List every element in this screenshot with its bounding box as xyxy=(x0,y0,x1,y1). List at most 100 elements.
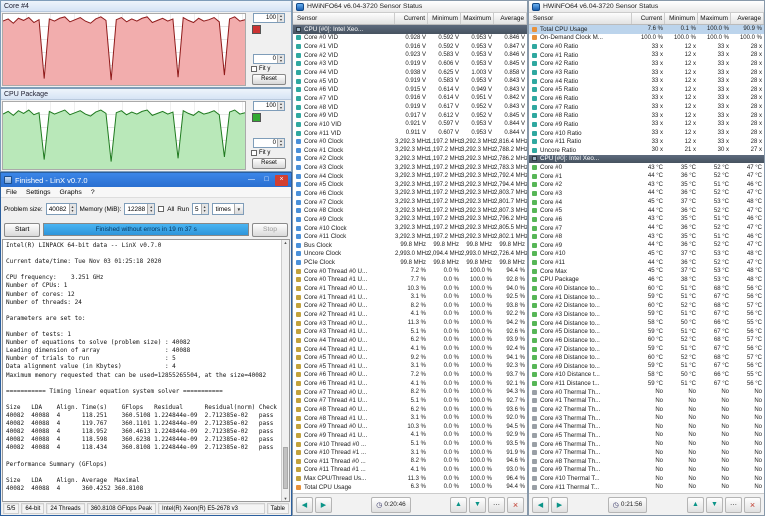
column-sensor[interactable]: Sensor xyxy=(529,13,632,24)
sensor-row[interactable]: Core #5 VID 0.919 V 0.583 V 0.953 V 0.843 V xyxy=(293,77,527,86)
sensor-row[interactable]: Core #9 Distance to... 59 °C 51 °C 67 °C 56 … xyxy=(529,362,764,371)
collapse-left-button[interactable]: ◀ xyxy=(532,496,549,513)
sensor-row[interactable]: Core #8 VID 0.919 V 0.617 V 0.952 V 0.843 V xyxy=(293,103,527,112)
sensor-row[interactable]: Core #5 Clock 3,292.3 MHz 1,197.2 MHz 3,292… xyxy=(293,181,527,190)
sensor-row[interactable]: Core #4 45 °C 37 °C 53 °C 48 °C xyxy=(529,198,764,207)
sensor-row[interactable]: Core #5 Ratio 33 x 12 x 33 x 28 x xyxy=(529,85,764,94)
sensor-row[interactable]: Core #11 44 °C 36 °C 52 °C 47 °C xyxy=(529,258,764,267)
sensor-row[interactable]: Core #2 Thermal Th... No No No No xyxy=(529,405,764,414)
column-current[interactable]: Current xyxy=(395,13,428,24)
sensor-row[interactable]: Core #10 Thread #0 ... 5.1 % 0.0 % 100.0 % 9… xyxy=(293,440,527,449)
sensor-row[interactable]: Core #8 Thermal Th... No No No No xyxy=(529,457,764,466)
sensor-row[interactable]: Core #1 Ratio 33 x 12 x 33 x 28 x xyxy=(529,51,764,60)
sensor-row[interactable]: Core #3 Thread #0 U... 11.3 % 0.0 % 100.0 %… xyxy=(293,319,527,328)
column-average[interactable]: Average xyxy=(494,13,527,24)
close-sensors-button[interactable]: × xyxy=(507,496,524,513)
column-average[interactable]: Average xyxy=(731,13,764,24)
sensor-row[interactable]: Core #4 Thermal Th... No No No No xyxy=(529,422,764,431)
sensor-row[interactable]: Core #1 Thread #1 U... 3.1 % 0.0 % 100.0 % 9… xyxy=(293,293,527,302)
sensor-row[interactable]: Core #11 Ratio 33 x 12 x 33 x 28 x xyxy=(529,137,764,146)
sensor-row[interactable]: Core #5 44 °C 36 °C 52 °C 47 °C xyxy=(529,206,764,215)
y-max-spinner[interactable]: 100 ▲ ▼ xyxy=(253,101,285,111)
reset-minmax-clock-button[interactable]: ◷ 0:21:56 xyxy=(607,496,648,513)
sensor-row[interactable]: CPU Package 46 °C 38 °C 53 °C 48 °C xyxy=(529,276,764,285)
sensor-row[interactable]: Core #11 Thread #1 ... 4.1 % 0.0 % 100.0 % 9… xyxy=(293,466,527,475)
sensor-row[interactable]: Core #1 Thread #0 U... 10.3 % 0.0 % 100.0 %… xyxy=(293,284,527,293)
sensor-row[interactable]: Core #6 VID 0.915 V 0.614 V 0.949 V 0.843 V xyxy=(293,85,527,94)
collapse-right-button[interactable]: ▶ xyxy=(551,496,568,513)
sensor-row[interactable]: Core #8 Distance to... 60 °C 52 °C 68 °C 57 … xyxy=(529,353,764,362)
sensor-row[interactable]: Core #11 VID 0.911 V 0.607 V 0.953 V 0.844 V xyxy=(293,129,527,138)
problem-size-input[interactable]: 40082 ▲ ▼ xyxy=(45,203,77,215)
run-unit-select[interactable]: times ▼ xyxy=(211,203,244,215)
sensor-row[interactable]: Core #0 Distance to... 60 °C 51 °C 68 °C 56 … xyxy=(529,284,764,293)
column-minimum[interactable]: Minimum xyxy=(665,13,698,24)
collapse-right-button[interactable]: ▶ xyxy=(315,496,332,513)
menu-file[interactable]: File xyxy=(6,189,17,196)
column-sensor[interactable]: Sensor xyxy=(293,13,395,24)
sensor-row[interactable]: Core #5 Distance to... 59 °C 51 °C 67 °C 56 … xyxy=(529,327,764,336)
sensor-row[interactable]: Core #0 43 °C 35 °C 52 °C 47 °C xyxy=(529,163,764,172)
move-up-button[interactable]: ▲ xyxy=(450,496,467,513)
spinner-arrows-icon[interactable]: ▲ ▼ xyxy=(200,204,208,214)
sensor-row[interactable]: Core #9 44 °C 36 °C 52 °C 47 °C xyxy=(529,241,764,250)
reset-minmax-clock-button[interactable]: ◷ 0:20:46 xyxy=(371,496,411,513)
y-min-spinner[interactable]: 0 ▲ ▼ xyxy=(253,54,285,64)
sensor-row[interactable]: Core #2 Thread #0 U... 8.2 % 0.0 % 100.0 % 9… xyxy=(293,302,527,311)
sensor-row[interactable]: Core #2 43 °C 35 °C 51 °C 46 °C xyxy=(529,181,764,190)
sensor-row[interactable]: Core #10 VID 0.921 V 0.597 V 0.953 V 0.844 V xyxy=(293,120,527,129)
sensor-row[interactable]: Core #10 Thermal T... No No No No xyxy=(529,474,764,483)
graph-color-swatch[interactable] xyxy=(252,25,261,34)
sensor-row[interactable]: Core #4 Clock 3,292.3 MHz 1,197.2 MHz 3,292… xyxy=(293,172,527,181)
memory-input[interactable]: 12288 ▲ ▼ xyxy=(124,203,156,215)
sensor-row[interactable]: Core #2 Thread #1 U... 4.1 % 0.0 % 100.0 % 9… xyxy=(293,310,527,319)
sensor-row[interactable]: On-Demand Clock M... 100.0 % 100.0 % 100.0 … xyxy=(529,34,764,43)
menu-settings[interactable]: Settings xyxy=(26,189,51,196)
sensor-row[interactable]: Core #6 Thread #0 U... 7.2 % 0.0 % 100.0 % 9… xyxy=(293,371,527,380)
spinner-arrows-icon[interactable]: ▲ ▼ xyxy=(147,204,155,214)
graph-color-swatch[interactable] xyxy=(252,113,261,122)
sensor-row[interactable]: Core #2 Distance to... 60 °C 52 °C 68 °C 57 … xyxy=(529,302,764,311)
column-minimum[interactable]: Minimum xyxy=(428,13,461,24)
sensor-row[interactable]: Core #5 Thermal Th... No No No No xyxy=(529,431,764,440)
sensor-group-header[interactable]: CPU [#0]: Intel Xeo... xyxy=(293,25,527,34)
sensor-row[interactable]: Core #10 45 °C 37 °C 53 °C 48 °C xyxy=(529,250,764,259)
sensor-title-bar[interactable]: HWiNFO64 v6.04-3720 Sensor Status xyxy=(293,1,527,13)
sensor-row[interactable]: Bus Clock 99.8 MHz 99.8 MHz 99.8 MHz 99.8 MH… xyxy=(293,241,527,250)
move-down-button[interactable]: ▼ xyxy=(469,496,486,513)
sensor-row[interactable]: Core #7 Ratio 33 x 12 x 33 x 28 x xyxy=(529,103,764,112)
sensor-row[interactable]: Core #6 Thermal Th... No No No No xyxy=(529,440,764,449)
spinner-arrows-icon[interactable]: ▲ ▼ xyxy=(68,204,76,214)
scroll-down-icon[interactable]: ▼ xyxy=(284,496,288,501)
sensor-row[interactable]: Core #11 Clock 3,292.3 MHz 1,197.2 MHz 3,29… xyxy=(293,232,527,241)
sensor-row[interactable]: Total CPU Usage 7.6 % 0.1 % 100.0 % 90.9 % xyxy=(529,25,764,34)
sensor-row[interactable]: Core #2 Ratio 33 x 12 x 33 x 28 x xyxy=(529,60,764,69)
spinner-arrows-icon[interactable]: ▲ ▼ xyxy=(277,139,284,147)
close-sensors-button[interactable]: × xyxy=(744,496,761,513)
sensor-row[interactable]: Core #3 44 °C 36 °C 52 °C 47 °C xyxy=(529,189,764,198)
sensor-row[interactable]: Core #11 Thread #0 ... 8.2 % 0.0 % 100.0 % 9… xyxy=(293,457,527,466)
sensor-row[interactable]: Core #6 43 °C 35 °C 51 °C 46 °C xyxy=(529,215,764,224)
sensor-row[interactable]: Core #0 VID 0.928 V 0.592 V 0.953 V 0.846 V xyxy=(293,34,527,43)
sensor-row[interactable]: Core #10 Distance t... 58 °C 50 °C 66 °C 55 … xyxy=(529,371,764,380)
close-button[interactable]: × xyxy=(275,174,288,186)
sensor-row[interactable]: Core #4 Thread #0 U... 6.2 % 0.0 % 100.0 % 9… xyxy=(293,336,527,345)
start-button[interactable]: Start xyxy=(4,222,41,237)
sensor-row[interactable]: Uncore Clock 2,993.0 MHz 2,094.4 MHz 2,993.… xyxy=(293,250,527,259)
sensor-row[interactable]: Core #3 Distance to... 59 °C 51 °C 67 °C 56 … xyxy=(529,310,764,319)
spinner-arrows-icon[interactable]: ▲ ▼ xyxy=(277,55,284,63)
sensor-row[interactable]: Core #3 Clock 3,292.3 MHz 1,197.2 MHz 3,292… xyxy=(293,163,527,172)
menu-help[interactable]: ? xyxy=(91,189,95,196)
sensor-row[interactable]: Core #3 Ratio 33 x 12 x 33 x 28 x xyxy=(529,68,764,77)
sensor-row[interactable]: Core #8 Thread #1 U... 3.1 % 0.0 % 100.0 % 9… xyxy=(293,414,527,423)
sensor-row[interactable]: Core #3 Thread #1 U... 5.1 % 0.0 % 100.0 % 9… xyxy=(293,327,527,336)
sensor-row[interactable]: Max CPU/Thread Us... 11.3 % 0.0 % 100.0 % 96… xyxy=(293,474,527,483)
sensor-row[interactable]: Core #2 Clock 3,292.3 MHz 1,197.2 MHz 3,292… xyxy=(293,155,527,164)
sensor-row[interactable]: Core #7 Thermal Th... No No No No xyxy=(529,448,764,457)
sensor-row[interactable]: Core #4 Distance to... 58 °C 50 °C 66 °C 55 … xyxy=(529,319,764,328)
sensor-row[interactable]: Core #9 Ratio 33 x 12 x 33 x 28 x xyxy=(529,120,764,129)
sensor-row[interactable]: Core #4 Thread #1 U... 4.1 % 0.0 % 100.0 % 9… xyxy=(293,345,527,354)
fit-y-checkbox[interactable]: Fit y xyxy=(251,150,270,156)
sensor-row[interactable]: Total CPU Usage 6.3 % 0.0 % 100.0 % 94.4 % xyxy=(293,483,527,492)
linx-console[interactable]: Intel(R) LINPACK 64-bit data -- LinX v0.… xyxy=(2,239,290,502)
